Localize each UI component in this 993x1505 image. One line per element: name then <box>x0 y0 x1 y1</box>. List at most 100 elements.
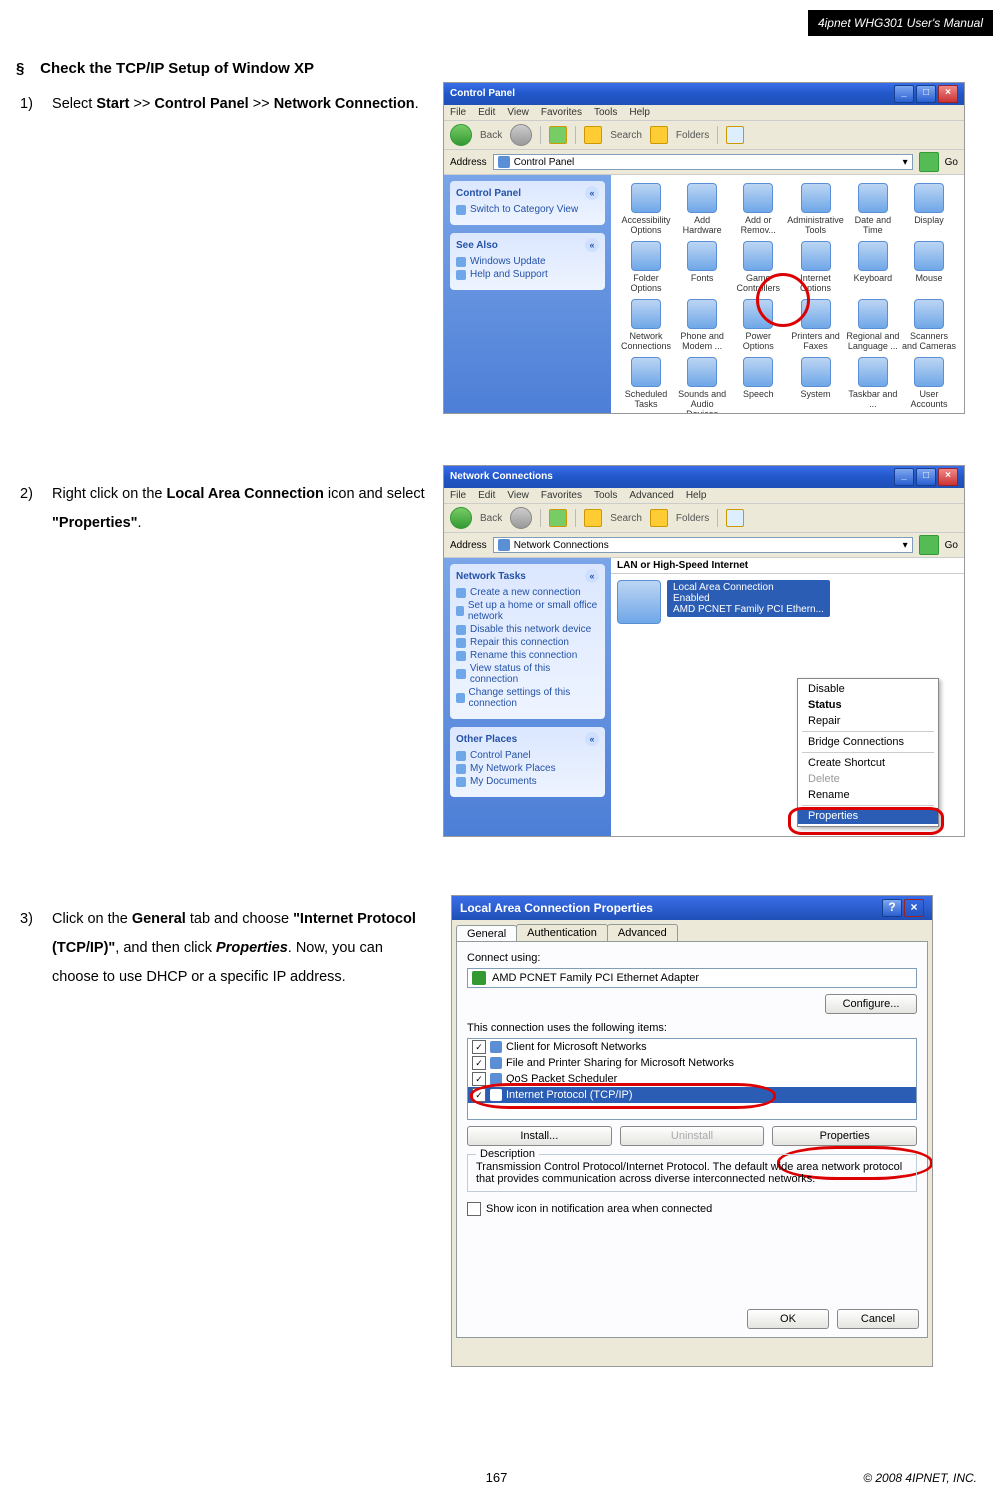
up-icon[interactable] <box>549 509 567 527</box>
ctx-shortcut[interactable]: Create Shortcut <box>798 755 938 771</box>
folders-label[interactable]: Folders <box>676 513 709 524</box>
menu-file[interactable]: File <box>450 107 466 118</box>
views-icon[interactable] <box>726 126 744 144</box>
go-icon[interactable] <box>919 152 939 172</box>
control-panel-item[interactable]: Add or Remov... <box>731 183 785 235</box>
place-link[interactable]: My Network Places <box>456 763 599 774</box>
chevron-down-icon[interactable]: ▾ <box>903 157 908 168</box>
go-icon[interactable] <box>919 535 939 555</box>
control-panel-item[interactable]: Accessibility Options <box>619 183 673 235</box>
task-link[interactable]: Set up a home or small office network <box>456 600 599 622</box>
control-panel-item[interactable]: Folder Options <box>619 241 673 293</box>
folders-icon[interactable] <box>650 509 668 527</box>
tab-advanced[interactable]: Advanced <box>607 924 678 941</box>
menu-edit[interactable]: Edit <box>478 490 495 501</box>
lan-item[interactable]: Local Area Connection Enabled AMD PCNET … <box>611 574 964 630</box>
task-link[interactable]: Disable this network device <box>456 624 599 635</box>
search-icon[interactable] <box>584 126 602 144</box>
ctx-disable[interactable]: Disable <box>798 681 938 697</box>
list-item[interactable]: ✓QoS Packet Scheduler <box>468 1071 916 1087</box>
control-panel-item[interactable]: Phone and Modem ... <box>675 299 729 351</box>
menu-file[interactable]: File <box>450 490 466 501</box>
components-list[interactable]: ✓Client for Microsoft Networks ✓File and… <box>467 1038 917 1120</box>
go-label[interactable]: Go <box>945 540 958 551</box>
control-panel-item[interactable]: Game Controllers <box>731 241 785 293</box>
menu-view[interactable]: View <box>507 107 529 118</box>
collapse-icon2[interactable]: « <box>585 238 599 252</box>
ctx-repair[interactable]: Repair <box>798 713 938 729</box>
back-icon[interactable] <box>450 124 472 146</box>
menu-tools[interactable]: Tools <box>594 107 617 118</box>
control-panel-item[interactable]: User Accounts <box>902 357 956 414</box>
menu-favorites[interactable]: Favorites <box>541 107 582 118</box>
search-label[interactable]: Search <box>610 130 642 141</box>
menu-advanced[interactable]: Advanced <box>629 490 673 501</box>
show-icon-row[interactable]: Show icon in notification area when conn… <box>467 1202 917 1216</box>
collapse-icon[interactable]: « <box>585 732 599 746</box>
control-panel-item[interactable]: Scanners and Cameras <box>902 299 956 351</box>
checkbox-icon[interactable]: ✓ <box>472 1072 486 1086</box>
menu-view[interactable]: View <box>507 490 529 501</box>
task-link[interactable]: Create a new connection <box>456 587 599 598</box>
minimize-icon[interactable]: _ <box>894 85 914 103</box>
help-support-link[interactable]: Help and Support <box>456 269 599 280</box>
folders-icon[interactable] <box>650 126 668 144</box>
control-panel-item[interactable]: Administrative Tools <box>787 183 844 235</box>
go-label[interactable]: Go <box>945 157 958 168</box>
control-panel-item[interactable]: Speech <box>731 357 785 414</box>
collapse-icon[interactable]: « <box>585 186 599 200</box>
configure-button[interactable]: Configure... <box>825 994 917 1014</box>
control-panel-item[interactable]: Sounds and Audio Devices <box>675 357 729 414</box>
list-item[interactable]: ✓File and Printer Sharing for Microsoft … <box>468 1055 916 1071</box>
search-icon[interactable] <box>584 509 602 527</box>
control-panel-item[interactable]: Scheduled Tasks <box>619 357 673 414</box>
maximize-icon[interactable]: □ <box>916 85 936 103</box>
properties-button[interactable]: Properties <box>772 1126 917 1146</box>
forward-icon[interactable] <box>510 507 532 529</box>
control-panel-item[interactable]: Keyboard <box>846 241 900 293</box>
install-button[interactable]: Install... <box>467 1126 612 1146</box>
views-icon[interactable] <box>726 509 744 527</box>
back-label[interactable]: Back <box>480 130 502 141</box>
close-icon[interactable]: × <box>938 468 958 486</box>
control-panel-item[interactable]: System <box>787 357 844 414</box>
cancel-button[interactable]: Cancel <box>837 1309 919 1329</box>
control-panel-item[interactable]: Network Connections <box>619 299 673 351</box>
maximize-icon[interactable]: □ <box>916 468 936 486</box>
menu-help[interactable]: Help <box>629 107 650 118</box>
menu-favorites[interactable]: Favorites <box>541 490 582 501</box>
task-link[interactable]: Rename this connection <box>456 650 599 661</box>
checkbox-icon[interactable]: ✓ <box>472 1056 486 1070</box>
control-panel-item[interactable]: Fonts <box>675 241 729 293</box>
list-item[interactable]: ✓Client for Microsoft Networks <box>468 1039 916 1055</box>
checkbox-icon[interactable] <box>467 1202 481 1216</box>
windows-update-link[interactable]: Windows Update <box>456 256 599 267</box>
close-icon[interactable]: × <box>938 85 958 103</box>
task-link[interactable]: View status of this connection <box>456 663 599 685</box>
folders-label[interactable]: Folders <box>676 130 709 141</box>
ctx-bridge[interactable]: Bridge Connections <box>798 734 938 750</box>
forward-icon[interactable] <box>510 124 532 146</box>
ctx-rename[interactable]: Rename <box>798 787 938 803</box>
address-field[interactable]: Network Connections ▾ <box>493 537 913 553</box>
control-panel-item[interactable]: Power Options <box>731 299 785 351</box>
control-panel-item[interactable]: Regional and Language ... <box>846 299 900 351</box>
control-panel-item[interactable]: Mouse <box>902 241 956 293</box>
tab-authentication[interactable]: Authentication <box>516 924 608 941</box>
ctx-status[interactable]: Status <box>798 697 938 713</box>
place-link[interactable]: My Documents <box>456 776 599 787</box>
minimize-icon[interactable]: _ <box>894 468 914 486</box>
control-panel-item[interactable]: Internet Options <box>787 241 844 293</box>
checkbox-icon[interactable]: ✓ <box>472 1040 486 1054</box>
list-item-tcpip[interactable]: ✓Internet Protocol (TCP/IP) <box>468 1087 916 1103</box>
task-link[interactable]: Repair this connection <box>456 637 599 648</box>
task-link[interactable]: Change settings of this connection <box>456 687 599 709</box>
ok-button[interactable]: OK <box>747 1309 829 1329</box>
control-panel-item[interactable]: Date and Time <box>846 183 900 235</box>
control-panel-item[interactable]: Display <box>902 183 956 235</box>
address-field[interactable]: Control Panel ▾ <box>493 154 913 170</box>
control-panel-item[interactable]: Printers and Faxes <box>787 299 844 351</box>
close-icon[interactable]: × <box>904 899 924 917</box>
control-panel-item[interactable]: Taskbar and ... <box>846 357 900 414</box>
collapse-icon[interactable]: « <box>585 569 599 583</box>
